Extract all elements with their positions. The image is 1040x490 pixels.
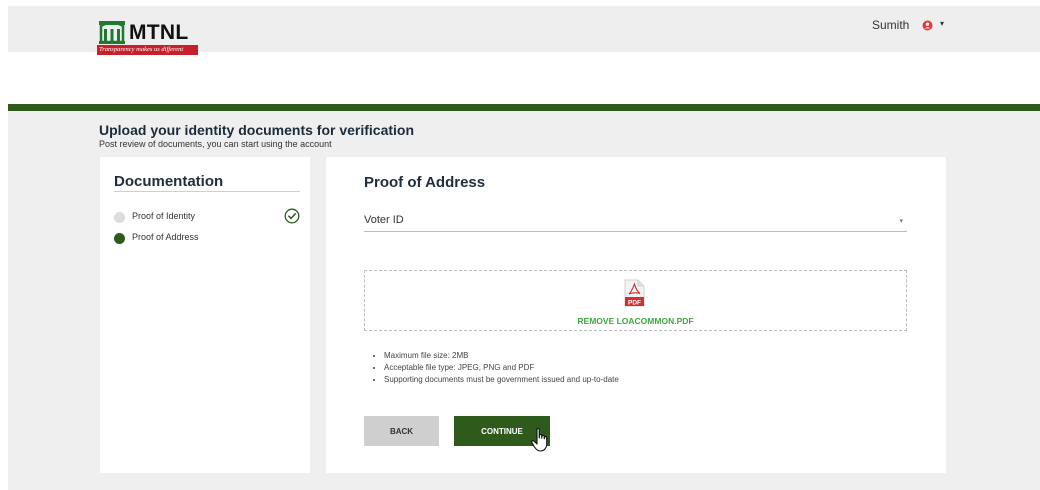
svg-text:PDF: PDF bbox=[628, 299, 641, 306]
section-title: Proof of Address bbox=[364, 174, 486, 191]
header-divider-bar bbox=[8, 104, 1040, 111]
remove-file-link[interactable]: REMOVE LOACOMMON.PDF bbox=[365, 316, 906, 326]
page-title: Upload your identity documents for verif… bbox=[99, 122, 415, 138]
document-type-select[interactable]: Voter ID ▾ bbox=[364, 212, 907, 232]
user-avatar-icon[interactable] bbox=[922, 20, 933, 31]
mtnl-logo[interactable]: MTNL Transparency makes us different bbox=[97, 16, 207, 56]
check-circle-icon bbox=[284, 208, 300, 224]
upload-rules-list: Maximum file size: 2MB Acceptable file t… bbox=[374, 350, 619, 386]
sidebar-divider bbox=[114, 191, 300, 192]
back-button[interactable]: BACK bbox=[364, 416, 439, 446]
step-status-dot bbox=[114, 233, 125, 244]
step-proof-of-identity[interactable]: Proof of Identity bbox=[114, 208, 304, 226]
upload-panel: Proof of Address Voter ID ▾ PDF REMOVE L… bbox=[326, 157, 946, 473]
logo-tagline: Transparency makes us different bbox=[97, 45, 198, 55]
sidebar-heading: Documentation bbox=[114, 173, 224, 190]
mtnl-emblem-icon bbox=[99, 21, 125, 44]
page-subtitle: Post review of documents, you can start … bbox=[99, 139, 332, 149]
step-label: Proof of Address bbox=[132, 232, 199, 242]
user-name[interactable]: Sumith bbox=[872, 18, 909, 32]
rule-item: Maximum file size: 2MB bbox=[384, 350, 619, 362]
pdf-file-icon: PDF bbox=[624, 279, 645, 307]
user-menu-caret-icon[interactable]: ▾ bbox=[940, 19, 944, 28]
step-proof-of-address[interactable]: Proof of Address bbox=[114, 231, 304, 247]
step-label: Proof of Identity bbox=[132, 211, 196, 221]
file-upload-dropzone[interactable]: PDF REMOVE LOACOMMON.PDF bbox=[364, 270, 907, 331]
step-status-dot bbox=[114, 212, 125, 223]
chevron-down-icon: ▾ bbox=[899, 218, 903, 225]
document-type-value: Voter ID bbox=[364, 214, 404, 226]
hand-cursor-icon bbox=[531, 427, 548, 452]
rule-item: Supporting documents must be government … bbox=[384, 374, 619, 386]
logo-text: MTNL bbox=[129, 21, 189, 44]
rule-item: Acceptable file type: JPEG, PNG and PDF bbox=[384, 362, 619, 374]
documentation-sidebar: Documentation Proof of Identity Proof of… bbox=[100, 157, 310, 473]
